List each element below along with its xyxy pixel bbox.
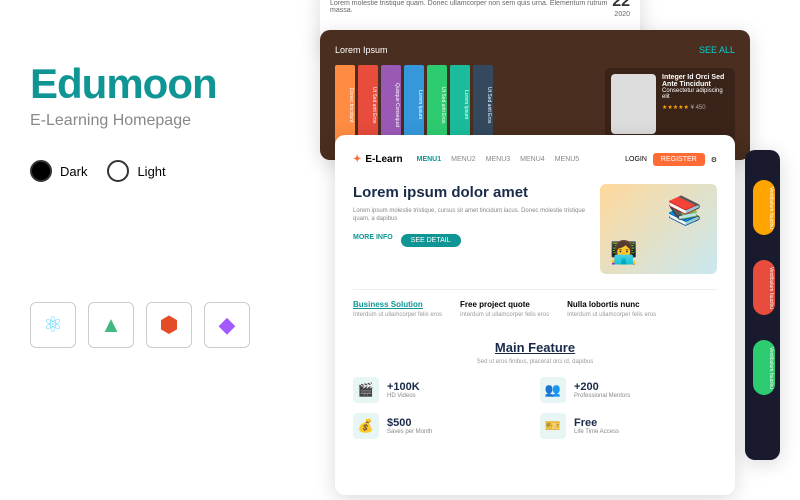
login-link[interactable]: LOGIN xyxy=(625,156,647,163)
feature-col: Nulla lobortis nuncInterdum ut ullamcorp… xyxy=(567,300,656,318)
main-feature-title: Main Feature xyxy=(353,340,717,355)
nav-item[interactable]: MENU3 xyxy=(486,156,511,163)
see-detail-button[interactable]: SEE DETAIL xyxy=(401,234,461,247)
feature-icon: 👥 xyxy=(540,377,566,403)
main-feature-sub: Sed ut eros finibus, placerat orci id, d… xyxy=(353,359,717,365)
feature-col: Free project quoteInterdum ut ullamcorpe… xyxy=(460,300,549,318)
swatch-light-icon xyxy=(107,160,129,182)
feature-columns: Business SolutionInterdum ut ullamcorper… xyxy=(353,289,717,328)
hero-title: Lorem ipsum dolor amet xyxy=(353,184,585,201)
nav-bar: ✦E-Learn MENU1 MENU2 MENU3 MENU4 MENU5 LOGIN… xyxy=(353,153,717,166)
gear-icon[interactable]: ⚙ xyxy=(711,156,717,164)
nav-item[interactable]: MENU5 xyxy=(555,156,580,163)
brand-subtitle: E-Learning Homepage xyxy=(30,112,290,130)
feature-stat: 🎫FreeLife Time Access xyxy=(540,413,717,439)
library-title: Lorem Ipsum xyxy=(335,45,388,55)
feature-grid: 🎬+100KHD Videos 👥+200Professional Mentors… xyxy=(353,377,717,439)
hero-body: Lorem ipsum molestie tristique, cursus s… xyxy=(353,207,585,224)
book-thumb-icon xyxy=(611,74,656,134)
feature-stat: 💰$500Saves per Month xyxy=(353,413,530,439)
feature-stat: 🎬+100KHD Videos xyxy=(353,377,530,403)
feature-icon: 💰 xyxy=(353,413,379,439)
book-spine[interactable]: Lorem Ipsum xyxy=(450,65,470,145)
theme-dark[interactable]: Dark xyxy=(30,160,87,182)
register-button[interactable]: REGISTER xyxy=(653,153,705,166)
tech-badge: ⬢ xyxy=(146,302,192,348)
see-all-link[interactable]: SEE ALL xyxy=(699,45,735,55)
nav-menu: MENU1 MENU2 MENU3 MENU4 MENU5 xyxy=(417,156,580,163)
category-pill[interactable]: Vestibulum faucibu xyxy=(753,340,775,395)
feature-col: Business SolutionInterdum ut ullamcorper… xyxy=(353,300,442,318)
feature-icon: 🎬 xyxy=(353,377,379,403)
category-pill[interactable]: Vestibulum faucibu xyxy=(753,180,775,235)
book-spine[interactable]: Ut Sed anti Eros xyxy=(358,65,378,145)
nav-item[interactable]: MENU2 xyxy=(451,156,476,163)
nav-item[interactable]: MENU4 xyxy=(520,156,545,163)
nav-item[interactable]: MENU1 xyxy=(417,156,442,163)
brand-title: Edumoon xyxy=(30,60,290,108)
more-info-link[interactable]: MORE INFO xyxy=(353,234,393,247)
swatch-dark-icon xyxy=(30,160,52,182)
logo-icon: ✦ xyxy=(353,154,361,165)
theme-selector: Dark Light xyxy=(30,160,290,182)
category-pill[interactable]: Vestibulum faucibu xyxy=(753,260,775,315)
homepage-preview: ✦E-Learn MENU1 MENU2 MENU3 MENU4 MENU5 LOGIN… xyxy=(335,135,735,495)
book-spine[interactable]: Lorem Ipsum xyxy=(404,65,424,145)
hero-illustration xyxy=(600,184,717,274)
feature-stat: 👥+200Professional Mentors xyxy=(540,377,717,403)
book-spine[interactable]: Ut Sed anti Eros xyxy=(427,65,447,145)
book-spine[interactable]: Quisque Consequat xyxy=(381,65,401,145)
theme-light[interactable]: Light xyxy=(107,160,165,182)
tech-badge: ⚛ xyxy=(30,302,76,348)
event-text: Lorem molestie tristique quam. Donec ull… xyxy=(330,0,630,14)
feature-icon: 🎫 xyxy=(540,413,566,439)
book-spine[interactable]: Ut Sed anti Eros xyxy=(473,65,493,145)
event-date: DEC 22 2020 xyxy=(612,0,630,18)
tech-badge: ◆ xyxy=(204,302,250,348)
logo[interactable]: ✦E-Learn xyxy=(353,154,403,165)
tech-badge: ▲ xyxy=(88,302,134,348)
tech-badges: ⚛ ▲ ⬢ ◆ xyxy=(30,302,290,348)
book-spine[interactable]: Donec tincidunt xyxy=(335,65,355,145)
